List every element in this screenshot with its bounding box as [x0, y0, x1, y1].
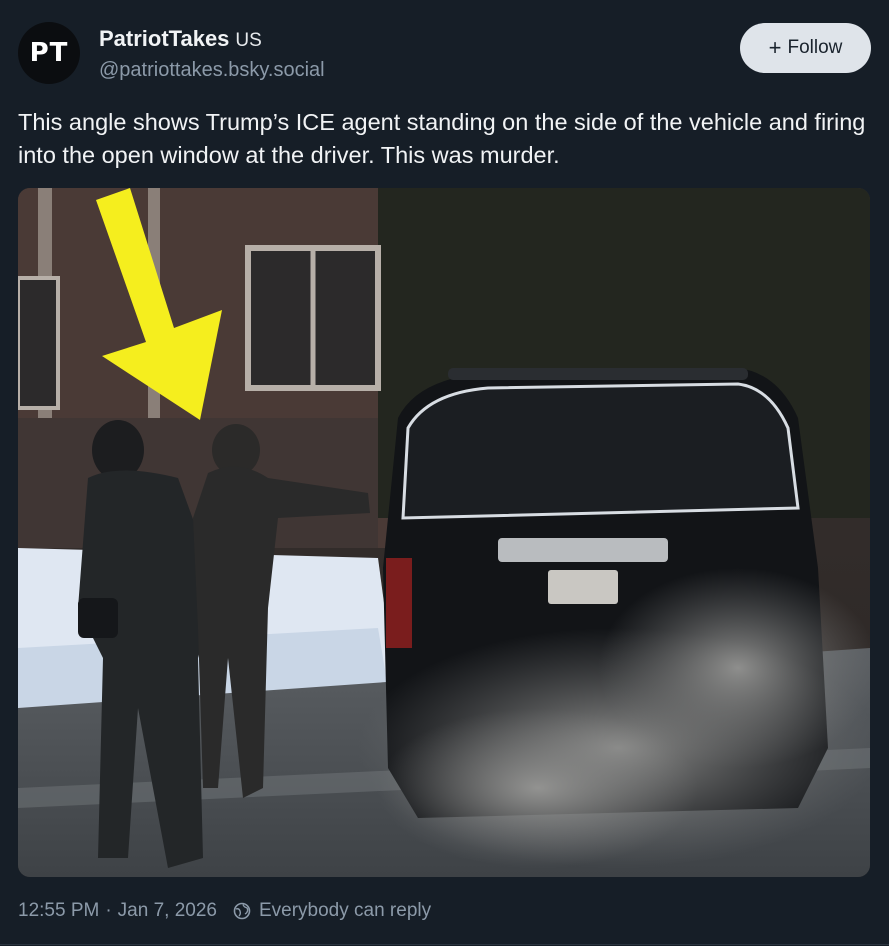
plus-icon: +	[768, 35, 782, 60]
follow-button[interactable]: + Follow	[740, 23, 871, 73]
post-text: This angle shows Trump’s ICE agent stand…	[18, 109, 866, 168]
post-time[interactable]: 12:55 PM	[18, 900, 99, 922]
author-name-row: PatriotTakes US	[99, 26, 262, 52]
author-suffix: US	[235, 30, 262, 51]
globe-reply-icon	[233, 902, 251, 920]
display-name[interactable]: PatriotTakes	[99, 26, 229, 52]
avatar-initials: PT	[29, 38, 69, 68]
bottom-divider	[0, 944, 889, 945]
follow-label: Follow	[787, 37, 843, 58]
post-footer: 12:55 PM · Jan 7, 2026 Everybody can rep…	[18, 900, 431, 922]
post-image[interactable]	[18, 188, 870, 877]
reply-setting[interactable]: Everybody can reply	[259, 900, 431, 922]
post: PT PatriotTakes US @patriottakes.bsky.so…	[0, 0, 889, 946]
photo-illustration	[18, 188, 870, 877]
avatar[interactable]: PT	[18, 22, 80, 84]
footer-separator: ·	[105, 900, 112, 921]
post-date[interactable]: Jan 7, 2026	[118, 900, 217, 922]
author-handle[interactable]: @patriottakes.bsky.social	[99, 59, 325, 82]
